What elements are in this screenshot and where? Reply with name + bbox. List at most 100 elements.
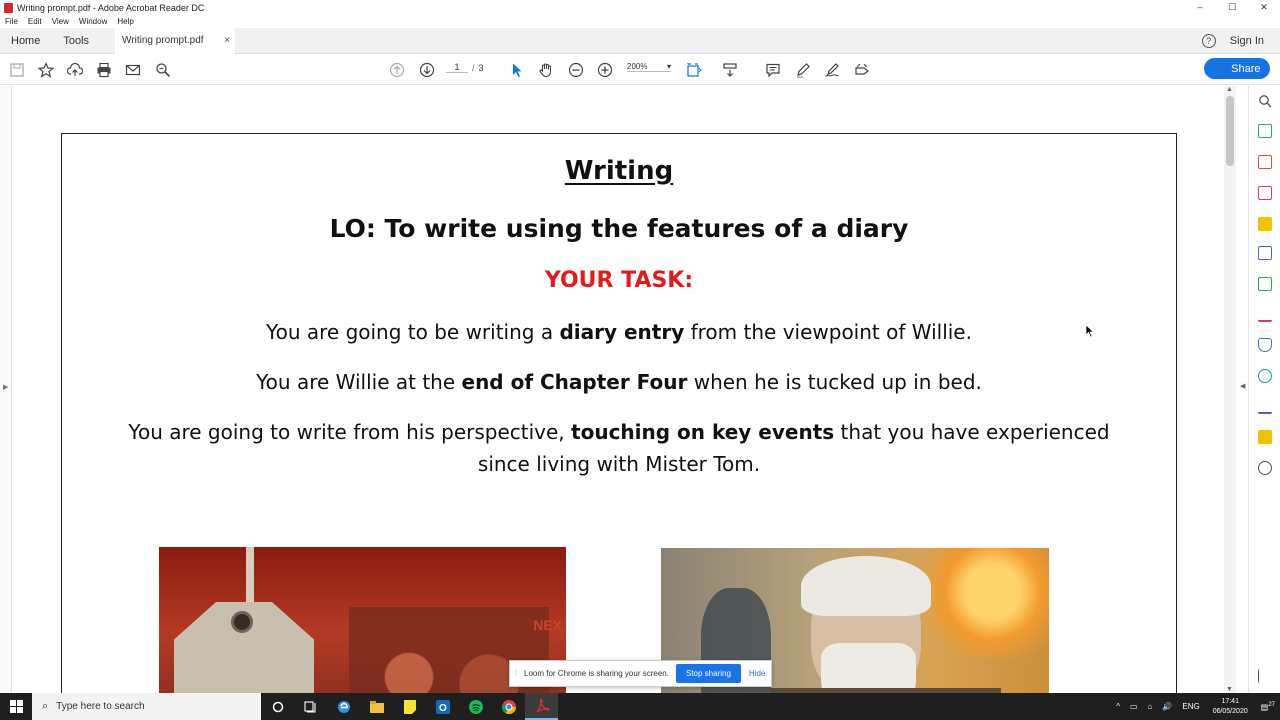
next-page-icon[interactable]: [418, 61, 436, 79]
collapse-right-panel-icon[interactable]: ◀: [1240, 382, 1245, 390]
cortana-icon[interactable]: [261, 693, 294, 720]
scrollbar-thumb[interactable]: [1226, 96, 1234, 166]
svg-text:O: O: [439, 703, 447, 714]
maximize-button[interactable]: ☐: [1216, 0, 1248, 15]
request-signature-icon[interactable]: [1258, 400, 1272, 414]
fill-sign-icon[interactable]: [1258, 308, 1272, 322]
window-titlebar: Writing prompt.pdf - Adobe Acrobat Reade…: [0, 0, 1280, 15]
zoom-out-icon[interactable]: [567, 61, 585, 79]
highlight-pen-icon[interactable]: [794, 61, 812, 79]
book-cover-image: NEX: [159, 547, 566, 693]
chrome-icon[interactable]: [492, 693, 525, 720]
window-controls: – ☐ ✕: [1184, 0, 1280, 15]
menu-bar: File Edit View Window Help: [0, 15, 1280, 28]
page-separator: /: [472, 62, 475, 73]
document-viewer[interactable]: ▶ Writing LO: To write using the feature…: [0, 86, 1240, 693]
scroll-down-icon[interactable]: ▼: [1226, 686, 1233, 693]
image-hair: [801, 556, 931, 616]
previous-page-icon[interactable]: [388, 61, 406, 79]
comment-tool-icon[interactable]: [1258, 217, 1272, 231]
windows-start-icon[interactable]: [0, 693, 32, 720]
scroll-up-icon[interactable]: ▲: [1226, 86, 1233, 93]
save-icon[interactable]: [8, 61, 26, 79]
page-title: Writing: [62, 156, 1176, 186]
expand-left-panel-icon[interactable]: ▶: [3, 383, 8, 391]
tab-document[interactable]: Writing prompt.pdf ×: [115, 27, 236, 54]
export-pdf-icon[interactable]: [1258, 124, 1272, 138]
edge-browser-icon[interactable]: [327, 693, 360, 720]
zoom-search-icon[interactable]: [1258, 94, 1272, 108]
p3-text-a: You are going to write from his perspect…: [128, 420, 572, 444]
left-panel-strip[interactable]: ▶: [0, 86, 12, 693]
send-review-icon[interactable]: [1258, 430, 1272, 444]
protect-icon[interactable]: [1258, 338, 1272, 352]
collapse-panel-icon[interactable]: [1258, 669, 1272, 683]
print-icon[interactable]: [95, 61, 113, 79]
tray-overflow-icon[interactable]: ^: [1116, 702, 1120, 711]
vertical-scrollbar[interactable]: ▲ ▼: [1224, 86, 1236, 693]
taskbar-search-box[interactable]: ⌕ Type here to search: [32, 693, 261, 720]
clock[interactable]: 17:41 06/05/2020: [1213, 697, 1248, 717]
upload-cloud-icon[interactable]: [66, 61, 84, 79]
tab-home[interactable]: Home: [0, 35, 52, 47]
fit-page-icon[interactable]: [685, 61, 703, 79]
comment-icon[interactable]: [764, 61, 782, 79]
send-track-icon[interactable]: [1258, 369, 1272, 383]
share-label: Share: [1231, 62, 1261, 75]
volume-icon[interactable]: 🔊: [1162, 702, 1172, 711]
menu-file[interactable]: File: [0, 17, 23, 26]
menu-view[interactable]: View: [47, 17, 74, 26]
zoom-in-icon[interactable]: [596, 61, 614, 79]
drag-handle-icon[interactable]: ⁞: [510, 669, 522, 678]
stop-sharing-button[interactable]: Stop sharing: [676, 664, 741, 683]
menu-edit[interactable]: Edit: [23, 17, 47, 26]
close-tab-icon[interactable]: ×: [224, 35, 230, 46]
more-tools-icon[interactable]: [853, 61, 871, 79]
outlook-icon[interactable]: O: [426, 693, 459, 720]
close-window-button[interactable]: ✕: [1248, 0, 1280, 15]
p1-text-a: You are going to be writing a: [266, 320, 560, 344]
p2-text-a: You are Willie at the: [256, 370, 462, 394]
image-tag-hole: [231, 611, 253, 633]
clock-date: 06/05/2020: [1212, 707, 1248, 715]
menu-window[interactable]: Window: [74, 17, 112, 26]
scroll-mode-icon[interactable]: [721, 61, 739, 79]
bookmark-star-icon[interactable]: [37, 61, 55, 79]
acrobat-taskbar-icon[interactable]: [525, 693, 558, 720]
email-icon[interactable]: [124, 61, 142, 79]
battery-icon[interactable]: ▭: [1130, 702, 1138, 711]
sign-in-link[interactable]: Sign In: [1230, 35, 1264, 47]
taskbar-search-placeholder: Type here to search: [56, 701, 145, 712]
clock-time: 17:41: [1221, 697, 1239, 705]
more-tools-panel-icon[interactable]: [1258, 461, 1272, 475]
minimize-button[interactable]: –: [1184, 0, 1216, 15]
hand-tool-icon[interactable]: [537, 61, 555, 79]
total-pages: 3: [478, 62, 484, 73]
search-icon[interactable]: [154, 61, 172, 79]
p2-text-c: when he is tucked up in bed.: [687, 370, 982, 394]
hide-link[interactable]: Hide: [749, 669, 765, 678]
sign-pen-icon[interactable]: [823, 61, 841, 79]
current-page-input[interactable]: 1: [446, 62, 468, 73]
window-title: Writing prompt.pdf - Adobe Acrobat Reade…: [17, 2, 205, 13]
organize-pages-icon[interactable]: [1258, 277, 1272, 291]
network-icon[interactable]: ⌂: [1148, 702, 1153, 711]
notifications-icon[interactable]: ▤27: [1261, 702, 1275, 712]
spotify-icon[interactable]: [459, 693, 492, 720]
system-tray: ^ ▭ ⌂ 🔊 ENG 17:41 06/05/2020 ▤27: [1111, 693, 1280, 720]
help-icon[interactable]: ?: [1201, 34, 1216, 48]
combine-files-icon[interactable]: [1258, 246, 1272, 260]
zoom-dropdown[interactable]: 200% ▾: [627, 62, 671, 72]
screen-share-notification: ⁞ Loom for Chrome is sharing your screen…: [509, 660, 772, 687]
menu-help[interactable]: Help: [112, 17, 138, 26]
chevron-down-icon: ▾: [666, 62, 671, 71]
share-button[interactable]: 👤 Share: [1204, 58, 1270, 79]
task-view-icon[interactable]: [294, 693, 327, 720]
language-indicator[interactable]: ENG: [1182, 702, 1199, 711]
create-pdf-icon[interactable]: [1258, 155, 1272, 169]
edit-pdf-icon[interactable]: [1258, 186, 1272, 200]
sticky-notes-icon[interactable]: [393, 693, 426, 720]
select-cursor-icon[interactable]: [508, 61, 526, 79]
tab-tools[interactable]: Tools: [52, 35, 101, 47]
file-explorer-icon[interactable]: [360, 693, 393, 720]
